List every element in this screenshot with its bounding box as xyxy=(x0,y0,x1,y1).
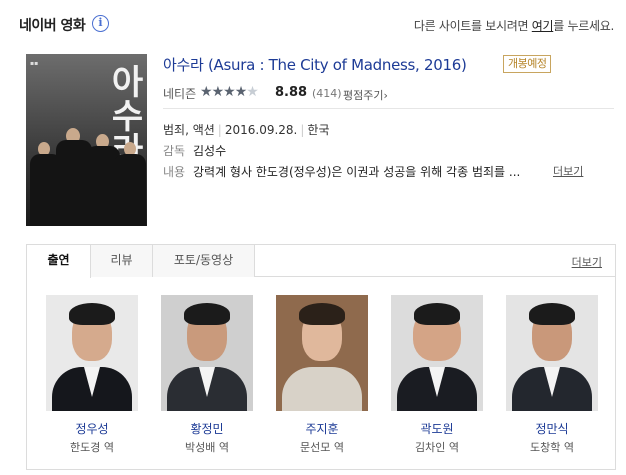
genre: 범죄, 액션 xyxy=(163,123,215,137)
country: 한국 xyxy=(307,123,330,137)
photo-body xyxy=(282,367,362,411)
poster-rating-mark: ▪▪ xyxy=(30,60,39,67)
rating-score: 8.88 xyxy=(275,85,308,100)
photo-hair xyxy=(184,303,230,325)
movie-title-en[interactable]: (Asura : The City of Madness, 2016) xyxy=(204,56,467,74)
movie-poster[interactable]: ▪▪ 아수라 xyxy=(26,54,147,226)
cast-photo[interactable] xyxy=(276,295,368,411)
star-icon: ★ xyxy=(211,84,225,100)
divider xyxy=(163,108,614,109)
photo-hair xyxy=(69,303,115,325)
star-icon: ★ xyxy=(223,84,236,100)
cast-name[interactable]: 정우성 xyxy=(46,420,138,437)
header: 네이버 영화 i 다른 사이트를 보시려면 여기를 누르세요. xyxy=(0,0,626,44)
status-badge: 개봉예정 xyxy=(503,55,552,73)
release-date: 2016.09.28. xyxy=(224,123,298,137)
tab-review[interactable]: 리뷰 xyxy=(91,245,153,277)
cast-name[interactable]: 주지훈 xyxy=(276,420,368,437)
site-notice: 다른 사이트를 보시려면 여기를 누르세요. xyxy=(414,17,614,34)
movie-title[interactable]: 아수라 (Asura : The City of Madness, 2016) xyxy=(163,54,467,75)
director-label: 감독 xyxy=(163,144,186,158)
cast-photo[interactable] xyxy=(506,295,598,411)
tab-photo-video[interactable]: 포토/동영상 xyxy=(153,245,255,277)
rating-label: 네티즌 xyxy=(163,87,197,101)
page-title: 네이버 영화 xyxy=(19,18,86,34)
separator: | xyxy=(300,123,305,137)
separator: | xyxy=(217,123,222,137)
cast-photo[interactable] xyxy=(161,295,253,411)
cast-role: 김차인 역 xyxy=(415,441,459,454)
notice-suffix: 를 누르세요. xyxy=(553,19,614,33)
rate-link-label[interactable]: 평점주기 xyxy=(343,89,383,102)
cast-role: 한도경 역 xyxy=(70,441,114,454)
poster-figure xyxy=(114,154,146,226)
notice-prefix: 다른 사이트를 보시려면 xyxy=(413,19,532,33)
star-icon: ★ xyxy=(234,84,248,100)
star-icon: ★ xyxy=(200,84,213,100)
cast-photo[interactable] xyxy=(46,295,138,411)
photo-hair xyxy=(529,303,575,325)
info-icon[interactable]: i xyxy=(92,15,109,32)
cast-panel: 출연 리뷰 포토/동영상 더보기 정우성 한도경 역 황정민 박성배 역 주지훈… xyxy=(26,244,616,470)
cast-name[interactable]: 황정민 xyxy=(161,420,253,437)
cast-photo[interactable] xyxy=(391,295,483,411)
rating-stars: ★★★★★ xyxy=(200,84,259,100)
summary-label: 내용 xyxy=(163,165,186,179)
summary-text: 강력계 형사 한도경(정우성)은 이권과 성공을 위해 각종 범죄를 ... xyxy=(193,165,521,179)
cast-role: 박성배 역 xyxy=(185,441,229,454)
cast-more-link[interactable]: 더보기 xyxy=(572,254,602,270)
photo-hair xyxy=(299,303,345,325)
tab-bar: 출연 리뷰 포토/동영상 더보기 xyxy=(27,245,615,278)
star-icon: ★ xyxy=(246,84,259,100)
cast-role: 문선모 역 xyxy=(300,441,344,454)
movie-meta: 범죄, 액션 | 2016.09.28. | 한국 xyxy=(163,121,330,138)
cast-role: 도창학 역 xyxy=(530,441,574,454)
rating-count: (414) xyxy=(312,87,342,100)
cast-name[interactable]: 곽도원 xyxy=(391,420,483,437)
director-name[interactable]: 김성수 xyxy=(193,142,226,159)
rate-link[interactable]: 평점주기› xyxy=(343,87,388,103)
cast-name[interactable]: 정만식 xyxy=(506,420,598,437)
movie-title-ko[interactable]: 아수라 xyxy=(163,56,204,74)
tab-cast[interactable]: 출연 xyxy=(27,245,91,278)
photo-hair xyxy=(414,303,460,325)
chevron-right-icon: › xyxy=(383,89,388,102)
notice-link[interactable]: 여기 xyxy=(532,19,554,33)
summary-more-link[interactable]: 더보기 xyxy=(553,163,583,179)
